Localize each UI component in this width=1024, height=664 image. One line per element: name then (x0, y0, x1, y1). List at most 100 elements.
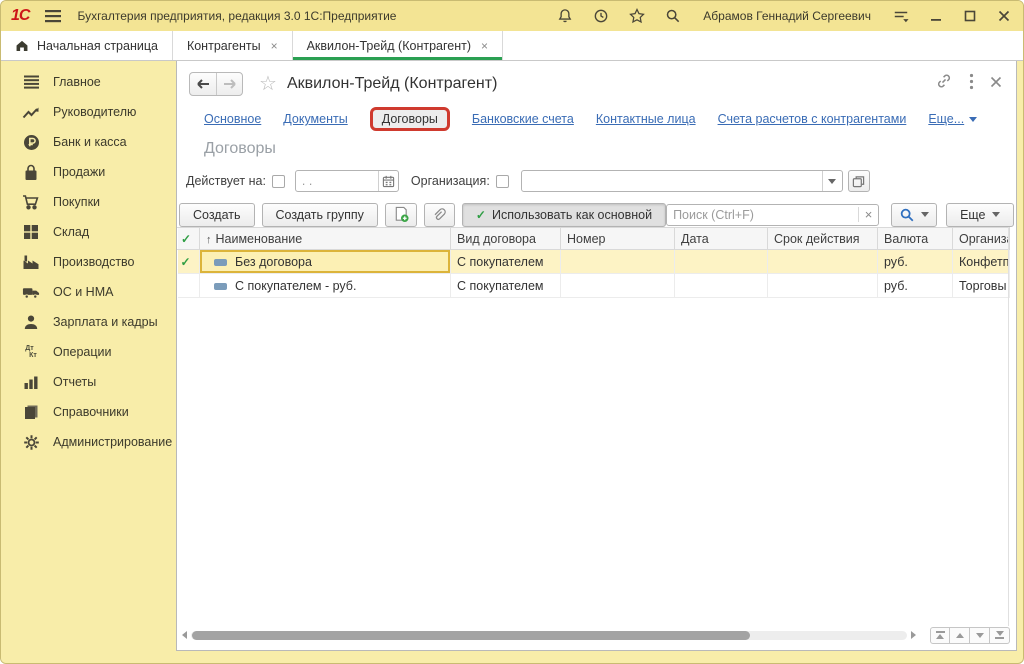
copy-item-button[interactable] (385, 203, 417, 227)
sidebar-item-bank-i-kassa[interactable]: Банк и касса (1, 127, 176, 157)
nav-link-kontaktnye-lica[interactable]: Контактные лица (596, 112, 696, 126)
tab-home[interactable]: Начальная страница (1, 31, 173, 60)
sidebar-item-sklad[interactable]: Склад (1, 217, 176, 247)
nav-link-scheta-raschetov[interactable]: Счета расчетов с контрагентами (718, 112, 907, 126)
tab-close-icon[interactable]: × (481, 39, 488, 53)
cell-date[interactable] (675, 274, 768, 298)
tab-kontragenty[interactable]: Контрагенты × (173, 31, 293, 60)
table-row-bez-dogovora[interactable]: ✓ Без договора С покупателем руб. Конфет… (178, 250, 1010, 274)
cell-number[interactable] (561, 250, 675, 274)
section-title: Договоры (204, 140, 1016, 158)
column-term[interactable]: Срок действия (768, 228, 878, 250)
nav-link-osnovnoe[interactable]: Основное (204, 112, 261, 126)
organization-choose-button[interactable] (848, 170, 870, 192)
cell-kind[interactable]: С покупателем (451, 250, 561, 274)
column-kind[interactable]: Вид договора (451, 228, 561, 250)
nav-link-dogovory-highlighted[interactable]: Договоры (370, 107, 450, 131)
organization-input[interactable] (522, 171, 822, 191)
close-window-button[interactable] (995, 7, 1013, 25)
service-menu-icon[interactable] (891, 6, 911, 26)
current-user[interactable]: Абрамов Геннадий Сергеевич (703, 9, 871, 23)
use-as-primary-button[interactable]: ✓ Использовать как основной (462, 203, 666, 227)
cell-organization[interactable]: Конфетп (953, 250, 1010, 274)
combo-dropdown-icon[interactable] (822, 171, 842, 191)
cell-name[interactable]: С покупателем - руб. (200, 274, 451, 298)
person-icon (22, 313, 40, 331)
column-name[interactable]: ↑Наименование (200, 228, 451, 250)
column-currency[interactable]: Валюта (878, 228, 953, 250)
valid-on-checkbox[interactable] (272, 175, 285, 188)
dt-kt-icon: Дт Кт (22, 343, 40, 361)
cell-currency[interactable]: руб. (878, 274, 953, 298)
table-row-s-pokupatelem[interactable]: С покупателем - руб. С покупателем руб. … (178, 274, 1010, 298)
minimize-button[interactable] (927, 7, 945, 25)
cell-kind[interactable]: С покупателем (451, 274, 561, 298)
cell-term[interactable] (768, 250, 878, 274)
organization-checkbox[interactable] (496, 175, 509, 188)
go-first-row-button[interactable] (930, 627, 950, 644)
tab-close-icon[interactable]: × (271, 39, 278, 53)
sidebar-item-rukovoditelyu[interactable]: Руководителю (1, 97, 176, 127)
create-group-button[interactable]: Создать группу (262, 203, 378, 227)
advanced-search-button[interactable] (891, 203, 937, 227)
history-icon[interactable] (591, 6, 611, 26)
horizontal-scrollbar-track[interactable] (191, 631, 907, 640)
sidebar-item-os-i-nma[interactable]: ОС и НМА (1, 277, 176, 307)
cell-name-current[interactable]: Без договора (200, 250, 451, 274)
scroll-right-icon[interactable] (911, 631, 916, 639)
scroll-left-icon[interactable] (182, 631, 187, 639)
sidebar-item-operacii[interactable]: Дт Кт Операции (1, 337, 176, 367)
sidebar-label: Операции (53, 345, 111, 359)
date-input[interactable] (296, 171, 378, 191)
column-number[interactable]: Номер (561, 228, 675, 250)
tab-akvilon-trade[interactable]: Аквилон-Трейд (Контрагент) × (293, 31, 503, 60)
calendar-icon[interactable] (378, 171, 398, 191)
column-date[interactable]: Дата (675, 228, 768, 250)
main-menu-icon[interactable] (43, 6, 63, 26)
previous-row-button[interactable] (950, 627, 970, 644)
next-row-button[interactable] (970, 627, 990, 644)
book-icon (22, 403, 40, 421)
cell-date[interactable] (675, 250, 768, 274)
create-button[interactable]: Создать (179, 203, 255, 227)
horizontal-scrollbar-area (182, 627, 1010, 643)
sidebar-label: Администрирование (53, 435, 172, 449)
cell-number[interactable] (561, 274, 675, 298)
sidebar-item-otchety[interactable]: Отчеты (1, 367, 176, 397)
get-link-icon[interactable] (935, 72, 953, 95)
sidebar-item-spravochniki[interactable]: Справочники (1, 397, 176, 427)
sidebar-item-pokupki[interactable]: Покупки (1, 187, 176, 217)
back-button[interactable] (190, 73, 216, 95)
cell-term[interactable] (768, 274, 878, 298)
cell-organization[interactable]: Торговы (953, 274, 1010, 298)
more-actions-dots-icon[interactable] (969, 73, 974, 95)
search-input[interactable] (667, 205, 858, 225)
global-search-icon[interactable] (663, 6, 683, 26)
cell-currency[interactable]: руб. (878, 250, 953, 274)
add-to-favorites-star-icon[interactable]: ☆ (259, 74, 277, 94)
sidebar-item-zarplata-i-kadry[interactable]: Зарплата и кадры (1, 307, 176, 337)
column-primary[interactable]: ✓ (178, 228, 200, 250)
sidebar-item-prodazhi[interactable]: Продажи (1, 157, 176, 187)
sidebar-item-administrirovanie[interactable]: Администрирование (1, 427, 176, 457)
vertical-scrollbar-track[interactable] (1008, 227, 1009, 626)
tab-label: Начальная страница (37, 39, 158, 53)
sidebar-label: Покупки (53, 195, 100, 209)
nav-link-bankovskie-scheta[interactable]: Банковские счета (472, 112, 574, 126)
favorites-star-icon[interactable] (627, 6, 647, 26)
nav-link-more[interactable]: Еще... (928, 112, 977, 126)
more-button[interactable]: Еще (946, 203, 1013, 227)
valid-on-label: Действует на: (186, 174, 266, 188)
go-last-row-button[interactable] (990, 627, 1010, 644)
maximize-button[interactable] (961, 7, 979, 25)
sidebar-item-glavnoe[interactable]: Главное (1, 67, 176, 97)
sidebar-item-proizvodstvo[interactable]: Производство (1, 247, 176, 277)
close-form-icon[interactable] (990, 75, 1002, 93)
forward-button[interactable] (216, 73, 242, 95)
notifications-bell-icon[interactable] (555, 6, 575, 26)
column-organization[interactable]: Организация (953, 228, 1010, 250)
nav-link-dokumenty[interactable]: Документы (283, 112, 347, 126)
horizontal-scrollbar-thumb[interactable] (192, 631, 750, 640)
clear-search-icon[interactable]: × (858, 207, 878, 222)
attachments-paperclip-button[interactable] (424, 203, 455, 227)
